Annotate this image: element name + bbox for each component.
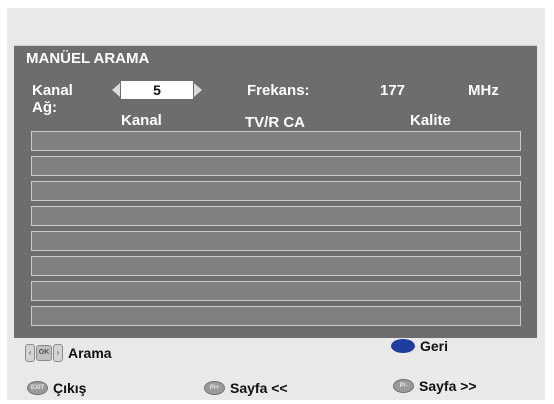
- frequency-label: Frekans:: [247, 82, 310, 99]
- list-item[interactable]: [31, 156, 521, 176]
- page-prev-label: Sayfa <<: [230, 380, 288, 396]
- exit-hint-label: Çıkış: [53, 380, 87, 396]
- list-item[interactable]: [31, 306, 521, 326]
- page-next-hint[interactable]: P/- Sayfa >>: [393, 378, 477, 394]
- exit-hint[interactable]: EXIT Çıkış: [27, 380, 86, 396]
- manual-search-panel: MANÜEL ARAMA Kanal 5 Frekans: 177 MHz Ağ…: [14, 45, 537, 338]
- page-next-label: Sayfa >>: [419, 378, 477, 394]
- search-results-list: [31, 131, 521, 331]
- channel-input[interactable]: 5: [121, 81, 193, 99]
- back-hint-label: Geri: [420, 338, 449, 354]
- channel-label: Kanal: [32, 82, 73, 99]
- page-down-button-icon: P/-: [393, 379, 414, 393]
- exit-button-icon: EXIT: [27, 381, 48, 395]
- navigation-keys-icon: ‹ OK ›: [25, 344, 63, 362]
- list-item[interactable]: [31, 131, 521, 151]
- list-item[interactable]: [31, 281, 521, 301]
- channel-increase-arrow-icon[interactable]: [194, 83, 202, 97]
- search-hint[interactable]: ‹ OK › Arama: [25, 344, 112, 362]
- list-item[interactable]: [31, 181, 521, 201]
- back-hint[interactable]: Geri: [391, 338, 448, 354]
- frequency-unit: MHz: [468, 82, 499, 99]
- blue-button-icon: [391, 339, 415, 353]
- page-title: MANÜEL ARAMA: [26, 50, 150, 67]
- list-item[interactable]: [31, 256, 521, 276]
- search-hint-label: Arama: [68, 345, 112, 361]
- list-item[interactable]: [31, 231, 521, 251]
- list-item[interactable]: [31, 206, 521, 226]
- page-up-button-icon: P/+: [204, 381, 225, 395]
- page-prev-hint[interactable]: P/+ Sayfa <<: [204, 380, 288, 396]
- column-header-tv-radio-ca: TV/R CA: [245, 114, 305, 131]
- channel-decrease-arrow-icon[interactable]: [112, 83, 120, 97]
- column-header-channel: Kanal: [121, 112, 162, 129]
- column-header-quality: Kalite: [410, 112, 451, 129]
- tv-menu-screen: MANÜEL ARAMA Kanal 5 Frekans: 177 MHz Ağ…: [7, 8, 545, 400]
- frequency-value: 177: [380, 82, 406, 99]
- network-label: Ağ:: [32, 99, 57, 116]
